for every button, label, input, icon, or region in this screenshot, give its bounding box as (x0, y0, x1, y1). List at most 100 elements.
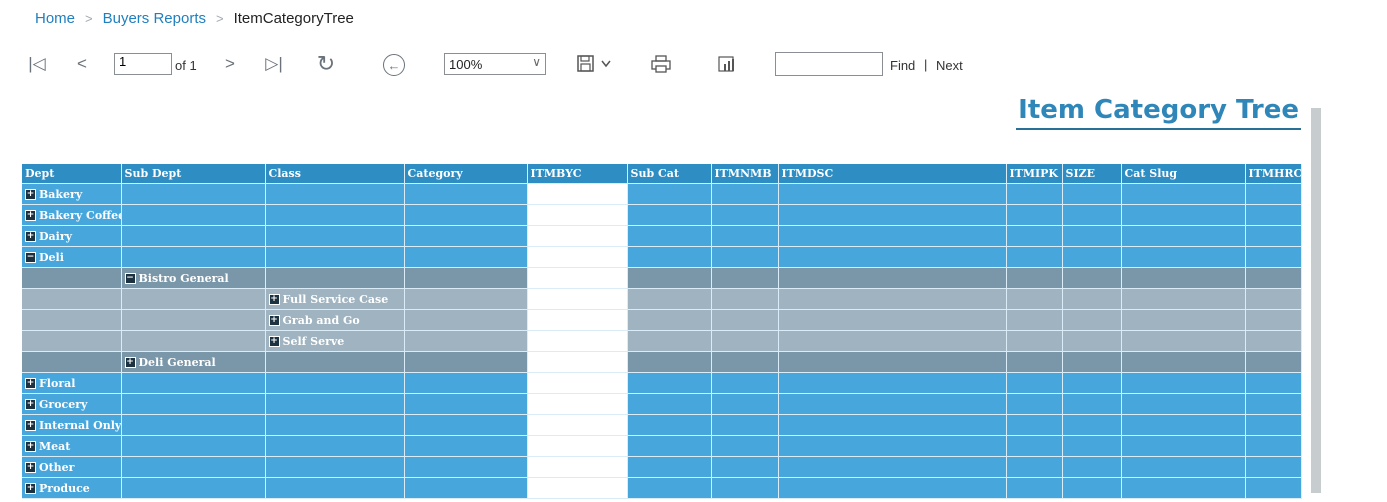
table-cell (1006, 351, 1063, 373)
table-cell (1006, 225, 1063, 247)
table-cell (265, 414, 405, 436)
row-label: Deli General (138, 355, 216, 369)
itmbyc-value: 116 (527, 267, 628, 289)
table-cell (1245, 267, 1302, 289)
collapse-toggle-icon[interactable]: − (124, 273, 136, 284)
expand-toggle-icon[interactable]: + (268, 315, 280, 326)
table-cell (1062, 372, 1122, 394)
table-cell (711, 414, 779, 436)
itmbyc-value: 2002 (527, 477, 628, 499)
find-next-link[interactable]: Next (936, 58, 963, 73)
table-row: + Dairy 1109 (22, 225, 1302, 247)
table-cell: − Deli (22, 246, 122, 268)
chevron-right-icon: > (85, 11, 93, 26)
report-title: Item Category Tree (1018, 95, 1299, 125)
find-text-input[interactable] (775, 52, 883, 76)
table-cell (1121, 393, 1246, 415)
table-cell (265, 183, 405, 205)
table-cell (404, 330, 528, 352)
collapse-toggle-icon[interactable]: − (25, 252, 36, 263)
table-cell (22, 288, 122, 310)
table-cell (1062, 246, 1122, 268)
itmbyc-value: 321 (527, 372, 628, 394)
table-cell (711, 204, 779, 226)
breadcrumb-home-link[interactable]: Home (35, 10, 75, 27)
expand-toggle-icon[interactable]: + (25, 420, 36, 431)
expand-toggle-icon[interactable]: + (25, 462, 36, 473)
itmbyc-value: 19 (527, 330, 628, 352)
table-cell (1006, 477, 1063, 499)
table-cell: + Floral (22, 372, 122, 394)
table-cell (1121, 225, 1246, 247)
table-cell (627, 183, 712, 205)
column-header: Dept (22, 164, 122, 184)
table-cell (1006, 246, 1063, 268)
table-cell (1006, 267, 1063, 289)
find-link[interactable]: Find (890, 58, 915, 73)
expand-toggle-icon[interactable]: + (25, 399, 36, 410)
table-cell (404, 246, 528, 268)
table-cell (1121, 372, 1246, 394)
table-cell (711, 456, 779, 478)
itmbyc-value: 15372 (527, 393, 628, 415)
first-page-button[interactable]: |◁ (26, 54, 48, 74)
table-cell (627, 372, 712, 394)
next-page-button[interactable]: > (220, 54, 240, 74)
table-cell (778, 309, 1007, 331)
last-page-button[interactable]: ▷| (262, 54, 286, 74)
zoom-value: 100% (449, 56, 483, 72)
breadcrumb-buyers-reports-link[interactable]: Buyers Reports (103, 10, 206, 27)
table-cell (1006, 456, 1063, 478)
table-cell (778, 351, 1007, 373)
table-cell (265, 246, 405, 268)
expand-toggle-icon[interactable]: + (25, 189, 36, 200)
table-cell (265, 351, 405, 373)
itmbyc-value: 502 (527, 414, 628, 436)
table-cell (265, 435, 405, 457)
expand-toggle-icon[interactable]: + (25, 378, 36, 389)
expand-toggle-icon[interactable]: + (25, 231, 36, 242)
export-save-button[interactable] (576, 54, 616, 74)
row-label: Internal Only (39, 418, 121, 432)
table-cell: + Internal Only (22, 414, 122, 436)
expand-toggle-icon[interactable]: + (268, 336, 280, 347)
table-cell (1062, 393, 1122, 415)
row-label: Dairy (39, 229, 73, 243)
table-cell (265, 393, 405, 415)
table-cell (627, 351, 712, 373)
column-header: Sub Cat (627, 164, 712, 184)
expand-toggle-icon[interactable]: + (25, 210, 36, 221)
back-button[interactable]: ← (383, 54, 405, 76)
table-cell (265, 456, 405, 478)
previous-page-button[interactable]: < (72, 54, 92, 74)
data-feed-icon (718, 56, 734, 72)
table-cell (1245, 372, 1302, 394)
expand-toggle-icon[interactable]: + (268, 294, 280, 305)
expand-toggle-icon[interactable]: + (25, 441, 36, 452)
zoom-select[interactable]: 100% ∨ (444, 53, 546, 75)
table-cell (711, 477, 779, 499)
table-cell (265, 225, 405, 247)
table-row: + Floral 321 (22, 372, 1302, 394)
table-cell (121, 414, 266, 436)
table-cell (1245, 225, 1302, 247)
table-cell (778, 435, 1007, 457)
table-row: + Deli General 2045 (22, 351, 1302, 373)
refresh-button[interactable]: ↻ (314, 51, 338, 76)
table-cell (121, 204, 266, 226)
expand-toggle-icon[interactable]: + (124, 357, 136, 368)
table-cell (627, 435, 712, 457)
row-label: Full Service Case (282, 292, 389, 306)
column-header: Class (265, 164, 405, 184)
table-cell (1245, 351, 1302, 373)
table-cell (121, 183, 266, 205)
table-cell (1245, 414, 1302, 436)
print-button[interactable] (649, 54, 673, 74)
page-number-input[interactable]: 1 (114, 53, 172, 75)
expand-toggle-icon[interactable]: + (25, 483, 36, 494)
vertical-scrollbar[interactable] (1311, 108, 1321, 493)
table-cell (121, 309, 266, 331)
table-cell (778, 183, 1007, 205)
data-feed-button[interactable] (715, 54, 739, 74)
table-cell (1062, 414, 1122, 436)
